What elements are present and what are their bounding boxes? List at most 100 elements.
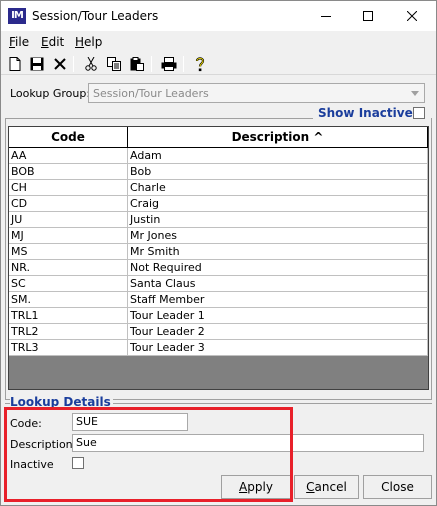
table-row[interactable]: SM. Staff Member <box>9 292 428 308</box>
cell-code[interactable]: NR. <box>9 260 128 276</box>
menu-help-label: elp <box>84 35 103 49</box>
table-row[interactable]: TRL2 Tour Leader 2 <box>9 324 428 340</box>
close-button[interactable]: Close <box>363 475 432 499</box>
menu-file-label: ile <box>15 35 30 49</box>
lookup-grid[interactable]: Code Description ^ AA Adam BOB Bob CH Charle C… <box>8 126 429 390</box>
cell-description[interactable]: Craig <box>128 196 428 212</box>
table-row[interactable]: JU Justin <box>9 212 428 228</box>
description-field[interactable]: Sue <box>72 434 424 452</box>
new-button[interactable] <box>6 55 24 73</box>
cell-code[interactable]: CH <box>9 180 128 196</box>
menu-file[interactable]: File <box>9 35 29 49</box>
table-row[interactable]: AA Adam <box>9 148 428 164</box>
grid-header: Code Description ^ <box>9 127 428 148</box>
cell-description[interactable]: Adam <box>128 148 428 164</box>
inactive-checkbox[interactable] <box>72 457 84 469</box>
minimize-button[interactable] <box>304 1 348 31</box>
table-row[interactable]: MS Mr Smith <box>9 244 428 260</box>
inactive-label: Inactive <box>10 458 54 471</box>
table-row[interactable]: MJ Mr Jones <box>9 228 428 244</box>
cell-code[interactable]: BOB <box>9 164 128 180</box>
print-icon <box>161 57 177 71</box>
cell-description[interactable]: Tour Leader 1 <box>128 308 428 324</box>
cell-code[interactable]: CD <box>9 196 128 212</box>
window-title: Session/Tour Leaders <box>32 9 159 23</box>
cell-code[interactable]: SC <box>9 276 128 292</box>
cell-description[interactable]: Not Required <box>128 260 428 276</box>
save-icon <box>30 57 44 71</box>
menu-edit[interactable]: Edit <box>41 35 64 49</box>
lookup-group-label: Lookup Group: <box>10 87 91 100</box>
cell-code[interactable]: TRL3 <box>9 340 128 356</box>
cell-code[interactable]: AA <box>9 148 128 164</box>
lookup-group-select[interactable]: Session/Tour Leaders <box>88 83 425 103</box>
code-label: Code: <box>10 417 42 430</box>
cell-description[interactable]: Tour Leader 3 <box>128 340 428 356</box>
minimize-icon <box>321 16 331 17</box>
cell-description[interactable]: Bob <box>128 164 428 180</box>
app-logo-icon: IM <box>8 8 26 24</box>
toolbar-separator <box>151 56 152 72</box>
cell-description[interactable]: Tour Leader 2 <box>128 324 428 340</box>
cell-description[interactable]: Mr Smith <box>128 244 428 260</box>
help-button[interactable] <box>191 55 209 73</box>
table-row[interactable]: CH Charle <box>9 180 428 196</box>
lookup-details-title: Lookup Details <box>10 395 113 409</box>
table-row[interactable]: NR. Not Required <box>9 260 428 276</box>
cell-description[interactable]: Justin <box>128 212 428 228</box>
close-icon <box>407 11 417 21</box>
cell-description[interactable]: Santa Claus <box>128 276 428 292</box>
table-row[interactable]: BOB Bob <box>9 164 428 180</box>
cell-code[interactable]: TRL2 <box>9 324 128 340</box>
maximize-button[interactable] <box>346 1 390 31</box>
cut-icon <box>85 57 97 71</box>
cell-code[interactable]: MJ <box>9 228 128 244</box>
show-inactive-checkbox[interactable] <box>413 107 425 119</box>
cell-description[interactable]: Mr Jones <box>128 228 428 244</box>
cell-code[interactable]: JU <box>9 212 128 228</box>
lookup-window: IM Session/Tour Leaders File Edit Help L… <box>0 0 437 506</box>
cell-code[interactable]: MS <box>9 244 128 260</box>
dropdown-arrow[interactable] <box>407 85 423 101</box>
copy-icon <box>107 57 121 71</box>
description-label: Description: <box>10 438 77 451</box>
column-header-code[interactable]: Code <box>9 127 128 148</box>
table-row[interactable]: CD Craig <box>9 196 428 212</box>
delete-button[interactable] <box>51 55 69 73</box>
print-button[interactable] <box>160 55 178 73</box>
cell-code[interactable]: TRL1 <box>9 308 128 324</box>
code-field[interactable]: SUE <box>72 413 188 431</box>
new-icon <box>9 57 21 71</box>
table-row[interactable]: SC Santa Claus <box>9 276 428 292</box>
menu-edit-accel: E <box>41 35 49 49</box>
save-button[interactable] <box>28 55 46 73</box>
cell-description[interactable]: Staff Member <box>128 292 428 308</box>
table-row[interactable]: TRL1 Tour Leader 1 <box>9 308 428 324</box>
column-header-description[interactable]: Description ^ <box>128 127 428 148</box>
cancel-accel: C <box>306 480 315 494</box>
help-icon <box>195 57 205 72</box>
chevron-down-icon <box>411 90 419 96</box>
table-row[interactable]: TRL3 Tour Leader 3 <box>9 340 428 356</box>
cut-button[interactable] <box>82 55 100 73</box>
menu-bar: File Edit Help <box>1 32 436 52</box>
toolbar-separator <box>183 56 184 72</box>
title-bar[interactable]: IM Session/Tour Leaders <box>1 1 436 31</box>
delete-icon <box>54 58 66 70</box>
cancel-button[interactable]: Cancel <box>294 475 359 499</box>
copy-button[interactable] <box>105 55 123 73</box>
toolbar-separator <box>73 56 74 72</box>
apply-button[interactable]: Apply <box>221 475 291 499</box>
paste-icon <box>130 57 144 71</box>
cell-code[interactable]: SM. <box>9 292 128 308</box>
lookup-group-value: Session/Tour Leaders <box>93 87 209 100</box>
menu-help-accel: H <box>75 35 85 49</box>
maximize-icon <box>363 11 373 21</box>
cell-description[interactable]: Charle <box>128 180 428 196</box>
menu-edit-label: dit <box>48 35 65 49</box>
show-inactive-label: Show Inactive <box>318 106 413 120</box>
apply-label: pply <box>247 480 273 494</box>
menu-help[interactable]: Help <box>75 35 102 49</box>
close-window-button[interactable] <box>390 1 434 31</box>
paste-button[interactable] <box>128 55 146 73</box>
